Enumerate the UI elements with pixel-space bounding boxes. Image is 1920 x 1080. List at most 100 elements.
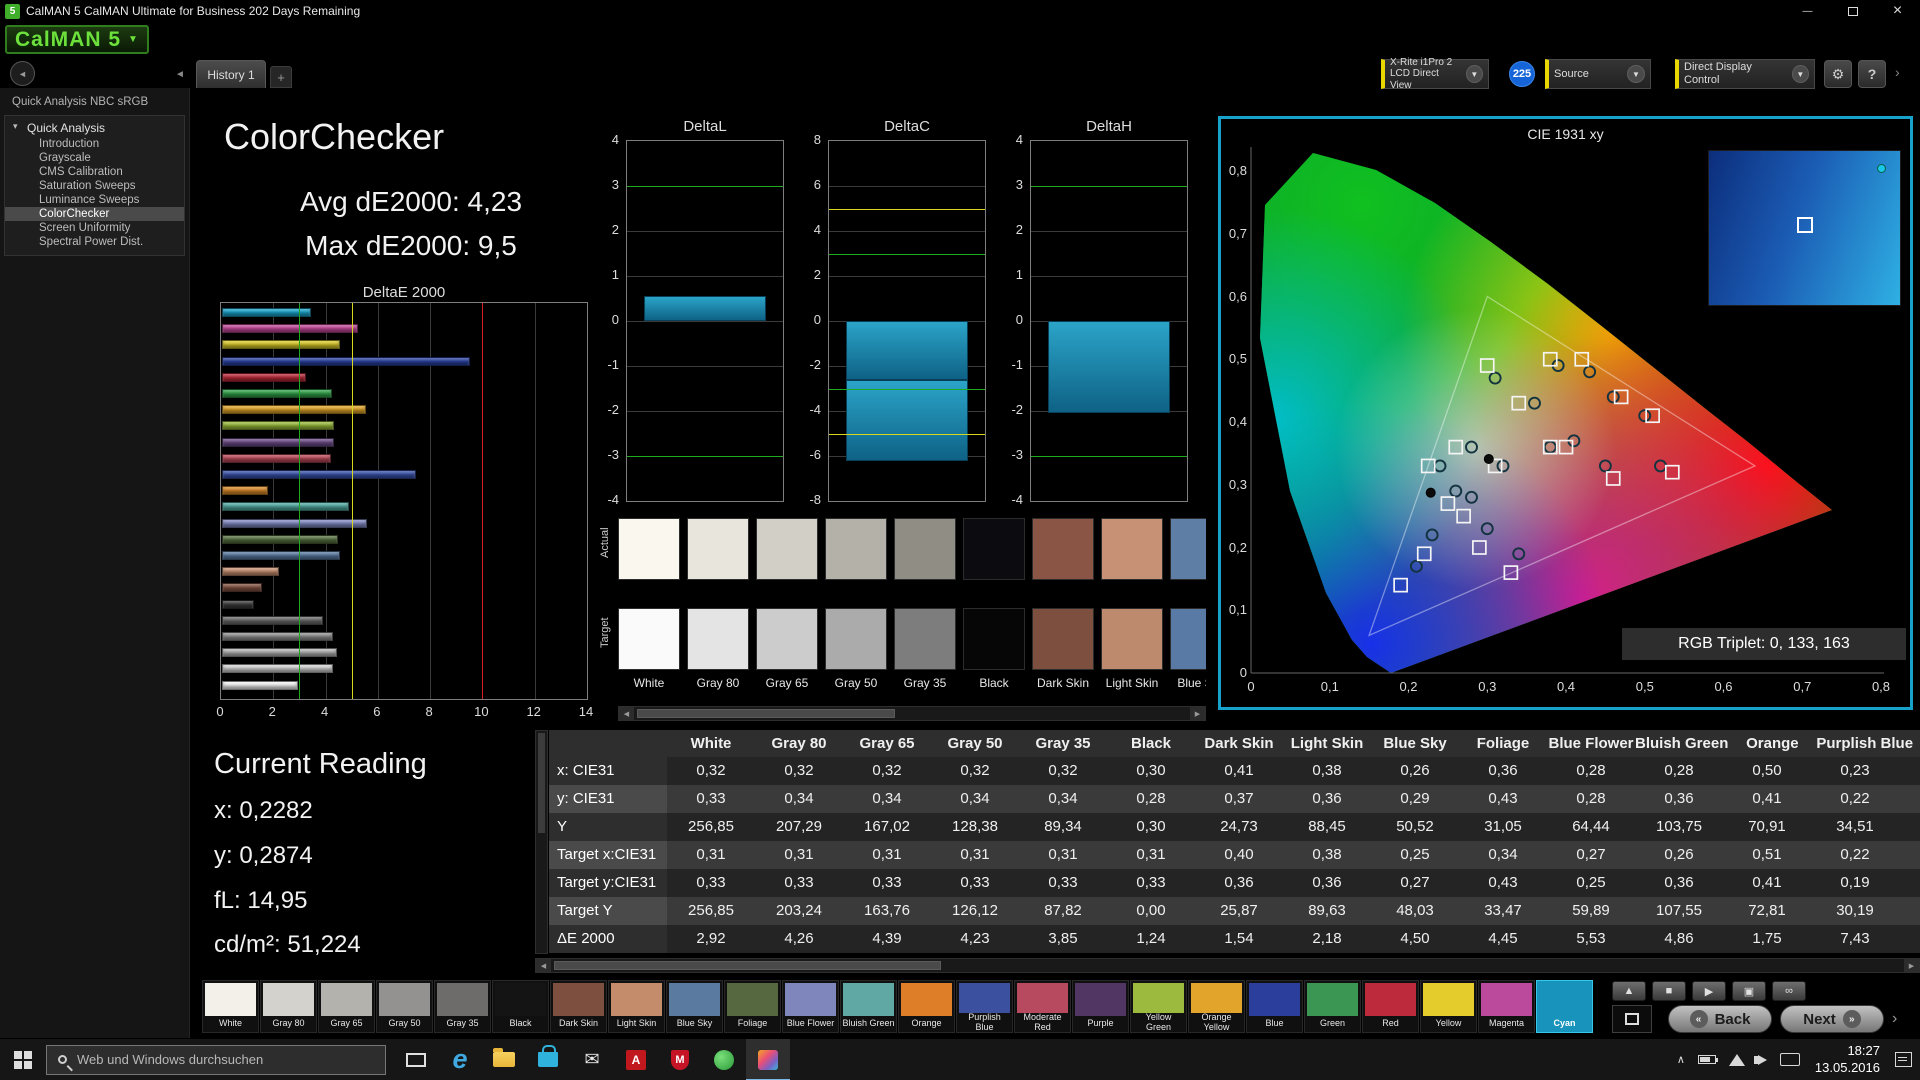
scrollbar-thumb[interactable] bbox=[538, 733, 545, 833]
eject-button[interactable]: ▲ bbox=[1612, 981, 1646, 1001]
sidebar: Quick Analysis NBC sRGB Quick Analysis I… bbox=[0, 88, 190, 1038]
sidebar-collapse-icon[interactable] bbox=[172, 64, 188, 84]
table-vertical-scrollbar[interactable] bbox=[535, 730, 548, 954]
play-button[interactable]: ▶ bbox=[1692, 981, 1726, 1001]
patch-blue-sky[interactable]: Blue Sky bbox=[666, 980, 723, 1033]
sidebar-item-screen-uniformity[interactable]: Screen Uniformity bbox=[5, 221, 184, 235]
sidebar-item-saturation-sweeps[interactable]: Saturation Sweeps bbox=[5, 179, 184, 193]
patch-moderate-red[interactable]: Moderate Red bbox=[1014, 980, 1071, 1033]
patch-green[interactable]: Green bbox=[1304, 980, 1361, 1033]
deltae-bar-purple bbox=[222, 438, 334, 447]
back-button[interactable]: Back bbox=[1668, 1005, 1772, 1033]
patch-bluish-green[interactable]: Bluish Green bbox=[840, 980, 897, 1033]
sidebar-item-colorchecker[interactable]: ColorChecker bbox=[5, 207, 184, 221]
patch-gray-65[interactable]: Gray 65 bbox=[318, 980, 375, 1033]
tree-root-quick-analysis[interactable]: Quick Analysis bbox=[5, 119, 184, 137]
transport-expand-icon[interactable] bbox=[1892, 1010, 1897, 1028]
patch-orange[interactable]: Orange bbox=[898, 980, 955, 1033]
store-button[interactable] bbox=[526, 1039, 570, 1080]
display-control-dropdown[interactable]: Direct Display Control bbox=[1675, 59, 1815, 89]
deltal-plot bbox=[626, 140, 784, 502]
data-table: WhiteGray 80Gray 65Gray 50Gray 35BlackDa… bbox=[549, 730, 1920, 954]
patch-light-skin[interactable]: Light Skin bbox=[608, 980, 665, 1033]
task-view-button[interactable] bbox=[394, 1039, 438, 1080]
keyboard-icon[interactable] bbox=[1780, 1053, 1800, 1066]
cie-chart-title: CIE 1931 xy bbox=[1221, 126, 1910, 142]
patch-magenta[interactable]: Magenta bbox=[1478, 980, 1535, 1033]
scroll-left-icon[interactable] bbox=[619, 707, 634, 720]
patch-black[interactable]: Black bbox=[492, 980, 549, 1033]
chevron-down-icon bbox=[1466, 65, 1483, 83]
sidebar-item-spectral-power-dist-[interactable]: Spectral Power Dist. bbox=[5, 235, 184, 249]
calman-taskbar-button[interactable] bbox=[746, 1039, 790, 1080]
meter-count-badge: 225 bbox=[1509, 61, 1535, 87]
volume-icon[interactable] bbox=[1758, 1055, 1767, 1065]
close-button[interactable] bbox=[1875, 0, 1920, 22]
adobe-reader-button[interactable] bbox=[614, 1039, 658, 1080]
scroll-right-icon[interactable] bbox=[1190, 707, 1205, 720]
add-tab-button[interactable]: + bbox=[270, 66, 292, 88]
maximize-button[interactable] bbox=[1830, 0, 1875, 22]
scroll-right-icon[interactable] bbox=[1904, 959, 1919, 972]
next-button[interactable]: Next bbox=[1780, 1005, 1884, 1033]
scroll-left-icon[interactable] bbox=[536, 959, 551, 972]
minimize-button[interactable] bbox=[1785, 0, 1830, 22]
scrollbar-thumb[interactable] bbox=[554, 961, 941, 970]
window-button[interactable]: ▣ bbox=[1732, 981, 1766, 1001]
logo-dropdown-icon: ▼ bbox=[128, 34, 139, 45]
meter-dropdown[interactable]: X-Rite i1Pro 2 LCD Direct View bbox=[1381, 59, 1489, 89]
table-scrollbar[interactable] bbox=[535, 958, 1920, 973]
source-dropdown[interactable]: Source bbox=[1545, 59, 1651, 89]
patch-gray-35[interactable]: Gray 35 bbox=[434, 980, 491, 1033]
start-button[interactable] bbox=[0, 1039, 46, 1080]
deltae-bar-gray-80 bbox=[222, 664, 333, 673]
patch-blue-flower[interactable]: Blue Flower bbox=[782, 980, 839, 1033]
patch-red[interactable]: Red bbox=[1362, 980, 1419, 1033]
tray-expand-icon[interactable] bbox=[1677, 1053, 1685, 1066]
taskbar-search[interactable]: Web und Windows durchsuchen bbox=[46, 1045, 386, 1075]
patch-white[interactable]: White bbox=[202, 980, 259, 1033]
calman-logo[interactable]: CalMAN 5▼ bbox=[5, 25, 149, 54]
deltae-chart-title: DeltaE 2000 bbox=[220, 284, 588, 301]
next-label: Next bbox=[1803, 1011, 1836, 1028]
loop-button[interactable]: ∞ bbox=[1772, 981, 1806, 1001]
patch-orange-yellow[interactable]: Orange Yellow bbox=[1188, 980, 1245, 1033]
sidebar-item-cms-calibration[interactable]: CMS Calibration bbox=[5, 165, 184, 179]
battery-icon[interactable] bbox=[1698, 1055, 1716, 1064]
patch-dark-skin[interactable]: Dark Skin bbox=[550, 980, 607, 1033]
mail-button[interactable] bbox=[570, 1039, 614, 1080]
file-explorer-button[interactable] bbox=[482, 1039, 526, 1080]
patch-yellow[interactable]: Yellow bbox=[1420, 980, 1477, 1033]
patch-purplish-blue[interactable]: Purplish Blue bbox=[956, 980, 1013, 1033]
patch-cyan[interactable]: Cyan bbox=[1536, 980, 1593, 1033]
antivirus-button[interactable] bbox=[658, 1039, 702, 1080]
patch-yellow-green[interactable]: Yellow Green bbox=[1130, 980, 1187, 1033]
network-icon[interactable] bbox=[1729, 1054, 1745, 1066]
taskbar-clock[interactable]: 18:27 13.05.2016 bbox=[1815, 1043, 1880, 1077]
target-swatch-gray-35 bbox=[894, 608, 956, 670]
edge-button[interactable] bbox=[438, 1039, 482, 1080]
back-nav-button[interactable] bbox=[10, 61, 35, 86]
sidebar-item-grayscale[interactable]: Grayscale bbox=[5, 151, 184, 165]
meter-label: X-Rite i1Pro 2 LCD Direct View bbox=[1390, 57, 1461, 92]
patch-foliage[interactable]: Foliage bbox=[724, 980, 781, 1033]
stop-button[interactable]: ■ bbox=[1652, 981, 1686, 1001]
tab-history-1[interactable]: History 1 bbox=[196, 60, 266, 88]
action-center-icon[interactable] bbox=[1895, 1052, 1912, 1067]
sidebar-item-luminance-sweeps[interactable]: Luminance Sweeps bbox=[5, 193, 184, 207]
sidebar-item-introduction[interactable]: Introduction bbox=[5, 137, 184, 151]
patch-gray-80[interactable]: Gray 80 bbox=[260, 980, 317, 1033]
actual-swatch-gray-80 bbox=[687, 518, 749, 580]
patch-purple[interactable]: Purple bbox=[1072, 980, 1129, 1033]
cie-x-axis: 00,10,20,30,40,50,60,70,8 bbox=[1221, 679, 1910, 697]
swatch-scrollbar[interactable] bbox=[618, 706, 1206, 721]
scrollbar-thumb[interactable] bbox=[637, 709, 895, 718]
pattern-window-button[interactable] bbox=[1612, 1005, 1652, 1033]
transport-small: ▲ ■ ▶ ▣ ∞ bbox=[1612, 981, 1806, 1001]
help-button[interactable] bbox=[1858, 60, 1886, 88]
patch-blue[interactable]: Blue bbox=[1246, 980, 1303, 1033]
settings-button[interactable] bbox=[1824, 60, 1852, 88]
browser-button[interactable] bbox=[702, 1039, 746, 1080]
panel-expand-icon[interactable] bbox=[1895, 64, 1900, 80]
patch-gray-50[interactable]: Gray 50 bbox=[376, 980, 433, 1033]
